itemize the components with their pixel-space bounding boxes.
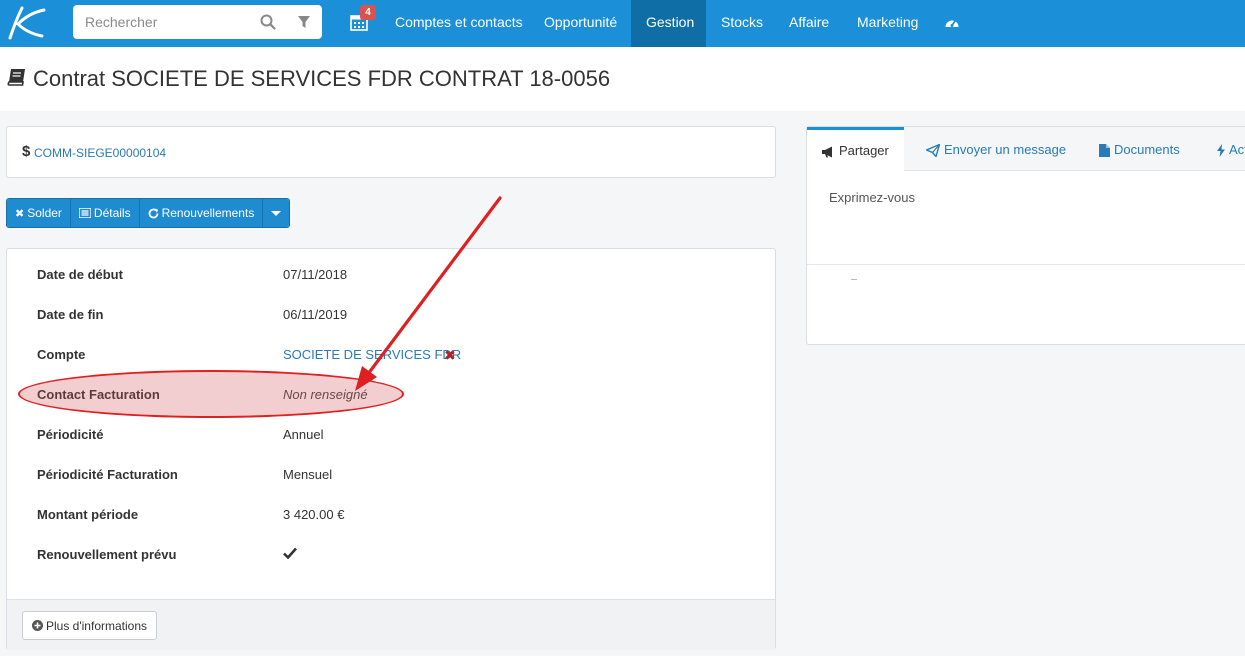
nav-opportunite[interactable]: Opportunité xyxy=(529,0,632,47)
card-footer: Plus d'informations xyxy=(7,599,775,650)
field-label: Périodicité xyxy=(37,427,104,442)
field-row: Date de début 07/11/2018 xyxy=(37,267,757,287)
search-icon[interactable] xyxy=(260,14,276,30)
renouvellements-button-label: Renouvellements xyxy=(161,206,255,220)
divider xyxy=(807,264,1245,265)
field-row: Compte SOCIETE DE SERVICES FDR ✖ xyxy=(37,347,757,367)
more-actions-dropdown[interactable] xyxy=(263,199,290,227)
tab-label: Documents xyxy=(1114,142,1180,157)
details-button-label: Détails xyxy=(93,206,131,220)
document-icon xyxy=(1099,144,1110,158)
field-label: Renouvellement prévu xyxy=(37,547,177,562)
field-value: Mensuel xyxy=(283,467,333,482)
field-row: Périodicité Annuel xyxy=(37,427,757,447)
field-label: Montant période xyxy=(37,507,139,522)
refresh-icon xyxy=(148,208,158,218)
renouvellements-button[interactable]: Renouvellements xyxy=(139,199,264,227)
dollar-icon: $ xyxy=(22,143,31,160)
app-logo[interactable] xyxy=(4,4,48,42)
tab-label: Partager xyxy=(839,143,889,158)
highlight-ellipse xyxy=(18,370,404,418)
filter-icon[interactable] xyxy=(297,15,311,29)
action-button-group: ✖ Solder Détails Renouvellements xyxy=(6,198,291,228)
top-navbar: 4 Comptes et contacts Opportunité Gestio… xyxy=(0,0,1245,47)
field-value: 07/11/2018 xyxy=(283,267,348,282)
page-header: Contrat SOCIETE DE SERVICES FDR CONTRAT … xyxy=(0,47,1245,111)
compose-input[interactable]: Exprimez-vous xyxy=(829,190,915,205)
page-title: Contrat SOCIETE DE SERVICES FDR CONTRAT … xyxy=(33,66,611,91)
plus-circle-icon xyxy=(32,620,43,631)
field-row: Montant période 3 420.00 € xyxy=(37,507,757,527)
activity-tabs: Partager Envoyer un message Documents Ac… xyxy=(807,127,1245,172)
search-input[interactable] xyxy=(73,5,253,39)
empty-feed-indicator xyxy=(851,279,857,280)
field-row: Périodicité Facturation Mensuel xyxy=(37,467,757,487)
account-link[interactable]: SOCIETE DE SERVICES FDR xyxy=(283,347,461,362)
dashboard-icon[interactable] xyxy=(944,15,960,31)
nav-comptes-contacts[interactable]: Comptes et contacts xyxy=(380,0,538,47)
activity-panel: Partager Envoyer un message Documents Ac… xyxy=(806,126,1245,345)
search-box xyxy=(73,5,322,39)
tab-activites[interactable]: Act xyxy=(1217,127,1245,171)
field-row: Renouvellement prévu xyxy=(37,547,757,567)
field-value: 06/11/2019 xyxy=(283,307,348,322)
tab-partager[interactable]: Partager xyxy=(807,127,904,172)
nav-affaire[interactable]: Affaire xyxy=(774,0,844,47)
field-value: Annuel xyxy=(283,427,324,442)
nav-stocks[interactable]: Stocks xyxy=(706,0,778,47)
notification-badge: 4 xyxy=(360,5,376,20)
field-row: Date de fin 06/11/2019 xyxy=(37,307,757,327)
details-button[interactable]: Détails xyxy=(70,199,140,227)
remove-icon[interactable]: ✖ xyxy=(444,347,456,364)
check-icon xyxy=(283,547,297,559)
field-label: Compte xyxy=(37,347,86,362)
nav-marketing[interactable]: Marketing xyxy=(842,0,933,47)
solder-button-label: Solder xyxy=(27,206,62,220)
tab-envoyer-message[interactable]: Envoyer un message xyxy=(926,127,1066,171)
chevron-down-icon xyxy=(271,210,282,216)
field-value: 3 420.00 € xyxy=(283,507,345,522)
tab-label: Act xyxy=(1229,142,1245,157)
book-icon xyxy=(7,69,25,86)
solder-button[interactable]: ✖ Solder xyxy=(7,199,71,227)
tab-label: Envoyer un message xyxy=(944,142,1067,157)
more-info-button[interactable]: Plus d'informations xyxy=(22,611,158,640)
field-label: Date de début xyxy=(37,267,123,282)
reference-card: $ COMM-SIEGE00000104 xyxy=(6,126,776,178)
nav-gestion[interactable]: Gestion xyxy=(631,0,706,47)
field-label: Date de fin xyxy=(37,307,104,322)
paper-plane-icon xyxy=(926,144,940,158)
tab-documents[interactable]: Documents xyxy=(1099,127,1180,171)
megaphone-icon xyxy=(822,146,832,158)
reference-link[interactable]: COMM-SIEGE00000104 xyxy=(34,146,166,160)
contract-details-card: Date de début 07/11/2018 Date de fin 06/… xyxy=(6,248,776,650)
list-icon xyxy=(78,208,91,218)
bolt-icon xyxy=(1217,144,1225,158)
field-label: Périodicité Facturation xyxy=(37,467,178,482)
close-icon: ✖ xyxy=(15,207,25,220)
more-info-label: Plus d'informations xyxy=(46,618,148,633)
